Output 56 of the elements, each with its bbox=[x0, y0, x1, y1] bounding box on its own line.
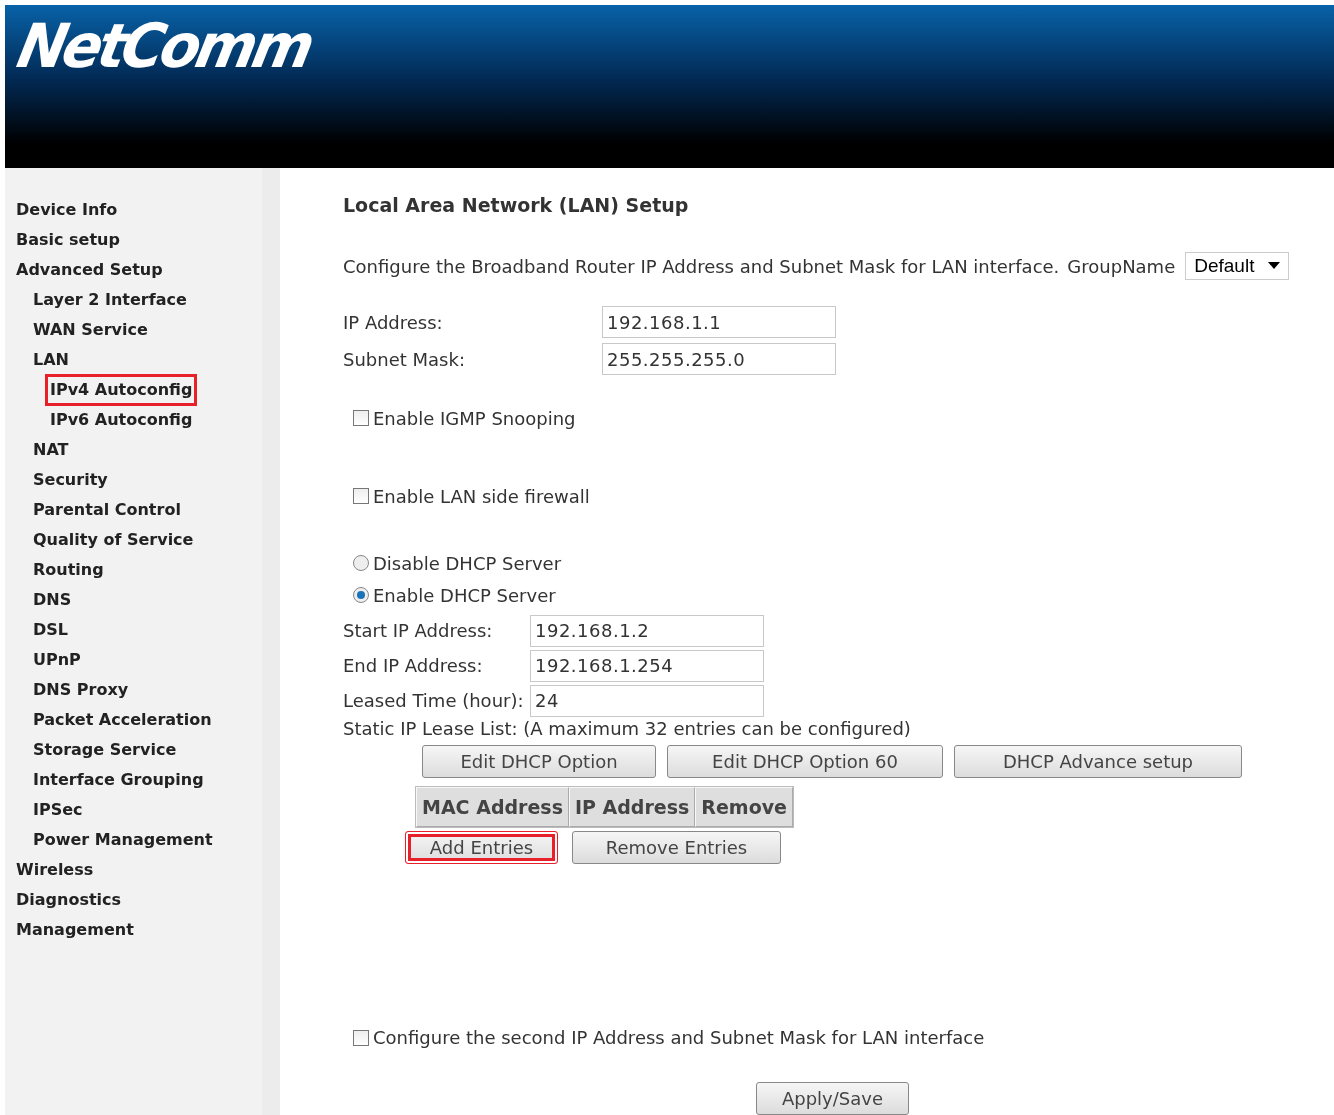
sidebar-link[interactable]: Interface Grouping bbox=[28, 764, 209, 796]
description: Configure the Broadband Router IP Address and Subnet Mask for LAN interface. bbox=[343, 255, 1060, 277]
sidebar-link[interactable]: DNS Proxy bbox=[28, 674, 134, 706]
sidebar-link[interactable]: WAN Service bbox=[28, 314, 153, 346]
column-header: IP Address bbox=[568, 787, 696, 827]
sidebar-link[interactable]: Advanced Setup bbox=[11, 254, 168, 286]
option-button[interactable]: Edit DHCP Option 60 bbox=[667, 745, 943, 778]
sidebar-link[interactable]: Diagnostics bbox=[11, 884, 127, 916]
sidebar-link[interactable]: LAN bbox=[28, 344, 74, 376]
field-label: Start IP Address: bbox=[343, 620, 494, 642]
sidebar-link[interactable]: NAT bbox=[28, 434, 74, 466]
sidebar-link[interactable]: Management bbox=[11, 914, 139, 946]
field-label: Leased Time (hour): bbox=[343, 690, 525, 712]
field-label: End IP Address: bbox=[343, 655, 484, 677]
option-button[interactable]: DHCP Advance setup bbox=[954, 745, 1242, 778]
sidebar-link[interactable]: IPSec bbox=[28, 794, 88, 826]
input-field[interactable]: 255.255.255.0 bbox=[602, 343, 836, 376]
sidebar-link[interactable]: Power Management bbox=[28, 824, 218, 856]
sidebar-link[interactable]: UPnP bbox=[28, 644, 86, 676]
entry-button[interactable]: Remove Entries bbox=[572, 831, 781, 864]
group-name-label: GroupName bbox=[1067, 255, 1176, 277]
sidebar-link[interactable]: IPv4 Autoconfig bbox=[45, 374, 198, 406]
field-label: IP Address: bbox=[343, 311, 444, 333]
radio-option[interactable]: Disable DHCP Server bbox=[353, 552, 562, 574]
apply-save-button[interactable]: Apply/Save bbox=[756, 1082, 909, 1115]
lease-list-note: Static IP Lease List: (A maximum 32 entries can be configured) bbox=[343, 718, 911, 739]
sidebar-link[interactable]: Routing bbox=[28, 554, 109, 586]
input-field[interactable]: 192.168.1.1 bbox=[602, 306, 836, 339]
caret-icon bbox=[1268, 262, 1281, 270]
sidebar-link[interactable]: IPv6 Autoconfig bbox=[45, 404, 198, 436]
sidebar-link[interactable]: DSL bbox=[28, 614, 73, 646]
logo: NetComm bbox=[12, 15, 317, 77]
checkbox-option[interactable]: Configure the second IP Address and Subnet Mask for LAN interface bbox=[353, 1027, 985, 1048]
sidebar-link[interactable]: Basic setup bbox=[11, 224, 125, 256]
sidebar-link[interactable]: Security bbox=[28, 464, 113, 496]
input-field[interactable]: 192.168.1.2 bbox=[530, 615, 764, 647]
field-label: Subnet Mask: bbox=[343, 348, 466, 370]
group-name-select[interactable]: Default bbox=[1185, 252, 1290, 280]
checkbox-option[interactable]: Enable IGMP Snooping bbox=[353, 407, 576, 429]
entry-button[interactable]: Add Entries bbox=[405, 831, 558, 864]
column-header: Remove bbox=[695, 787, 793, 827]
radio-option[interactable]: Enable DHCP Server bbox=[353, 584, 556, 606]
page-title: Local Area Network (LAN) Setup bbox=[343, 194, 689, 216]
sidebar-link[interactable]: Packet Acceleration bbox=[28, 704, 217, 736]
column-header: MAC Address bbox=[416, 787, 569, 827]
sidebar-link[interactable]: Layer 2 Interface bbox=[28, 284, 192, 316]
input-field[interactable]: 24 bbox=[530, 684, 764, 717]
sidebar-link[interactable]: Quality of Service bbox=[28, 524, 199, 556]
sidebar-link[interactable]: Device Info bbox=[11, 194, 123, 226]
sidebar-link[interactable]: Wireless bbox=[11, 854, 99, 886]
sidebar-link[interactable]: DNS bbox=[28, 584, 77, 616]
sidebar-link[interactable]: Storage Service bbox=[28, 734, 182, 766]
input-field[interactable]: 192.168.1.254 bbox=[530, 649, 764, 682]
checkbox-option[interactable]: Enable LAN side firewall bbox=[353, 485, 590, 507]
option-button[interactable]: Edit DHCP Option bbox=[422, 745, 656, 778]
sidebar-link[interactable]: Parental Control bbox=[28, 494, 186, 526]
